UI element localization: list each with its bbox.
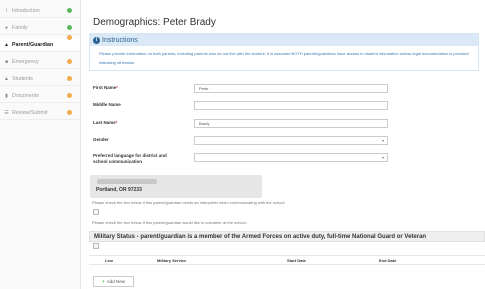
sidebar-item-label: Students — [12, 75, 33, 82]
warning-status-icon — [67, 59, 72, 64]
redacted-street — [97, 179, 157, 184]
add-new-label: Add New — [106, 279, 125, 284]
chevron-down-icon: ▾ — [381, 155, 384, 160]
sidebar-item-documents[interactable]: ▮ Documents — [0, 89, 80, 103]
instructions-header: i Instructions — [90, 34, 478, 46]
column-header-end-date: End Date — [379, 258, 397, 263]
military-status-heading: Military Status - parent/guardian is a m… — [89, 231, 485, 242]
info-circle-icon: i — [93, 36, 100, 44]
sidebar-item-label: Documents — [12, 92, 39, 99]
sidebar-item-label: Family — [12, 24, 28, 31]
sidebar-item-label: Emergency — [12, 58, 39, 65]
warning-status-icon — [67, 76, 72, 81]
gender-select[interactable]: ▾ — [194, 136, 388, 145]
volunteer-checkbox[interactable] — [93, 243, 99, 249]
sidebar-item-introduction[interactable]: i Introduction — [0, 4, 80, 18]
sidebar-item-label: Parent/Guardian — [12, 41, 54, 48]
language-select[interactable]: ▾ — [194, 153, 388, 162]
chevron-down-icon: ▾ — [381, 138, 384, 143]
first-name-field[interactable]: Peter — [194, 84, 388, 93]
plus-icon: + — [102, 279, 105, 284]
sidebar-item-label: Introduction — [12, 7, 40, 14]
middle-name-label: Middle Name — [93, 102, 121, 107]
language-label: Preferred language for district and scho… — [93, 153, 167, 164]
person-icon: ▲ — [4, 41, 9, 48]
column-header-start-date: Start Date — [287, 258, 306, 263]
warning-status-icon — [67, 93, 72, 98]
instructions-heading: Instructions — [102, 36, 138, 44]
warning-status-icon — [67, 110, 72, 115]
sidebar-item-emergency[interactable]: ■ Emergency — [0, 55, 80, 69]
instructions-panel: i Instructions Please provide informatio… — [89, 33, 479, 71]
complete-status-icon — [67, 25, 72, 30]
info-icon: i — [5, 7, 8, 14]
gender-label: Gender — [93, 137, 109, 142]
sidebar-item-label: Review/Submit — [12, 109, 48, 116]
interpreter-checkbox[interactable] — [93, 209, 99, 215]
warning-status-icon — [67, 35, 72, 40]
sidebar-item-review-submit[interactable]: ☰ Review/Submit — [0, 106, 80, 120]
contacts-icon: ■ — [4, 58, 9, 65]
interpreter-note: Please check the box below if this paren… — [92, 200, 286, 205]
volunteer-note: Please check the box below if this paren… — [92, 220, 247, 225]
address-city-line: Portland, OR 97233 — [96, 187, 142, 193]
column-header-line: Line — [105, 258, 114, 263]
middle-name-field[interactable] — [194, 101, 388, 110]
add-new-button[interactable]: + Add New — [93, 276, 134, 287]
address-card: Portland, OR 97233 — [90, 175, 262, 198]
sidebar-nav: i Introduction ● Family ▲ Parent/Guardia… — [0, 0, 81, 289]
instructions-text: Please provide information on both paren… — [99, 51, 469, 65]
military-table-header: Line Military Service Start Date End Dat… — [89, 255, 485, 265]
column-header-military-service: Military Service — [157, 258, 187, 263]
last-name-field[interactable]: Brady — [194, 119, 388, 128]
page-title: Demographics: Peter Brady — [93, 17, 216, 28]
graduation-cap-icon: ▲ — [4, 75, 9, 82]
sidebar-item-parent-guardian[interactable]: ▲ Parent/Guardian — [0, 35, 80, 52]
list-icon: ☰ — [4, 109, 9, 116]
document-icon: ▮ — [5, 92, 8, 99]
users-icon: ● — [4, 24, 9, 31]
sidebar-item-family[interactable]: ● Family — [0, 21, 80, 35]
sidebar-item-students[interactable]: ▲ Students — [0, 72, 80, 86]
complete-status-icon — [67, 8, 72, 13]
first-name-label: First Name* — [93, 85, 119, 90]
last-name-label: Last Name* — [93, 120, 118, 125]
